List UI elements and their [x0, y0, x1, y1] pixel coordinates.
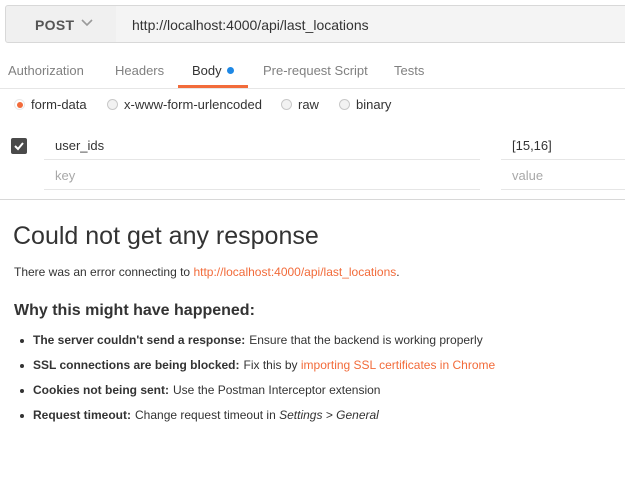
- why-heading: Why this might have happened:: [14, 302, 255, 319]
- url-input[interactable]: http://localhost:4000/api/last_locations: [116, 5, 625, 43]
- error-message-suffix: .: [396, 265, 400, 279]
- method-dropdown[interactable]: POST: [5, 5, 117, 43]
- reason-text: Fix this by: [243, 358, 301, 372]
- param-key-field[interactable]: user_ids: [55, 138, 104, 153]
- tab-body[interactable]: Body: [192, 63, 234, 78]
- tab-tests[interactable]: Tests: [394, 63, 424, 78]
- reason-title: Cookies not being sent:: [33, 383, 170, 397]
- radio-selected-icon: [14, 99, 25, 110]
- tab-body-label: Body: [192, 63, 222, 78]
- url-text: http://localhost:4000/api/last_locations: [132, 17, 369, 33]
- modified-dot-icon: [226, 67, 234, 75]
- error-message-text: There was an error connecting to: [14, 265, 194, 279]
- radio-label: form-data: [31, 97, 87, 112]
- reason-title: The server couldn't send a response:: [33, 333, 246, 347]
- radio-label: binary: [356, 97, 392, 112]
- response-divider: [0, 199, 625, 200]
- list-item: SSL connections are being blocked: Fix th…: [20, 358, 620, 383]
- tab-authorization[interactable]: Authorization: [8, 63, 84, 78]
- error-url-link[interactable]: http://localhost:4000/api/last_locations: [193, 265, 396, 279]
- bullet-icon: [20, 389, 24, 393]
- tab-pre-request-script[interactable]: Pre-request Script: [263, 63, 368, 78]
- tab-headers[interactable]: Headers: [115, 63, 164, 78]
- new-value-input[interactable]: value: [512, 168, 543, 183]
- postman-request-panel: POST http://localhost:4000/api/last_loca…: [0, 0, 625, 484]
- reason-text: Use the Postman Interceptor extension: [173, 383, 381, 397]
- list-item: The server couldn't send a response: Ensu…: [20, 333, 620, 358]
- radio-label: x-www-form-urlencoded: [124, 97, 262, 112]
- body-type-selector: form-data x-www-form-urlencoded raw bina…: [0, 92, 625, 120]
- row-checkbox[interactable]: [11, 138, 27, 154]
- method-label: POST: [35, 17, 75, 33]
- chevron-down-icon: [79, 14, 95, 30]
- param-value-field[interactable]: [15,16]: [512, 138, 552, 153]
- checkmark-icon: [14, 142, 24, 151]
- radio-unselected-icon: [107, 99, 118, 110]
- bullet-icon: [20, 339, 24, 343]
- row-divider: [44, 189, 480, 190]
- radio-label: raw: [298, 97, 319, 112]
- reason-title: SSL connections are being blocked:: [33, 358, 240, 372]
- settings-path: Settings > General: [279, 408, 379, 422]
- reasons-list: The server couldn't send a response: Ensu…: [20, 333, 620, 433]
- bullet-icon: [20, 414, 24, 418]
- error-title: Could not get any response: [13, 222, 319, 250]
- request-url-bar: POST http://localhost:4000/api/last_loca…: [0, 0, 625, 52]
- row-divider: [501, 159, 625, 160]
- reason-text: Ensure that the backend is working prope…: [249, 333, 483, 347]
- list-item: Cookies not being sent: Use the Postman I…: [20, 383, 620, 408]
- radio-unselected-icon: [339, 99, 350, 110]
- form-data-table: user_ids [15,16] key value: [0, 130, 625, 200]
- row-divider: [44, 159, 480, 160]
- radio-unselected-icon: [281, 99, 292, 110]
- new-key-input[interactable]: key: [55, 168, 75, 183]
- error-message: There was an error connecting to http://…: [14, 265, 400, 279]
- reason-title: Request timeout:: [33, 408, 132, 422]
- reason-text: Change request timeout in: [135, 408, 280, 422]
- active-tab-indicator: [178, 85, 248, 88]
- row-divider: [501, 189, 625, 190]
- list-item: Request timeout: Change request timeout i…: [20, 408, 620, 433]
- bullet-icon: [20, 364, 24, 368]
- request-tabs: Authorization Headers Body Pre-request S…: [0, 52, 625, 89]
- ssl-certificates-link[interactable]: importing SSL certificates in Chrome: [301, 358, 495, 372]
